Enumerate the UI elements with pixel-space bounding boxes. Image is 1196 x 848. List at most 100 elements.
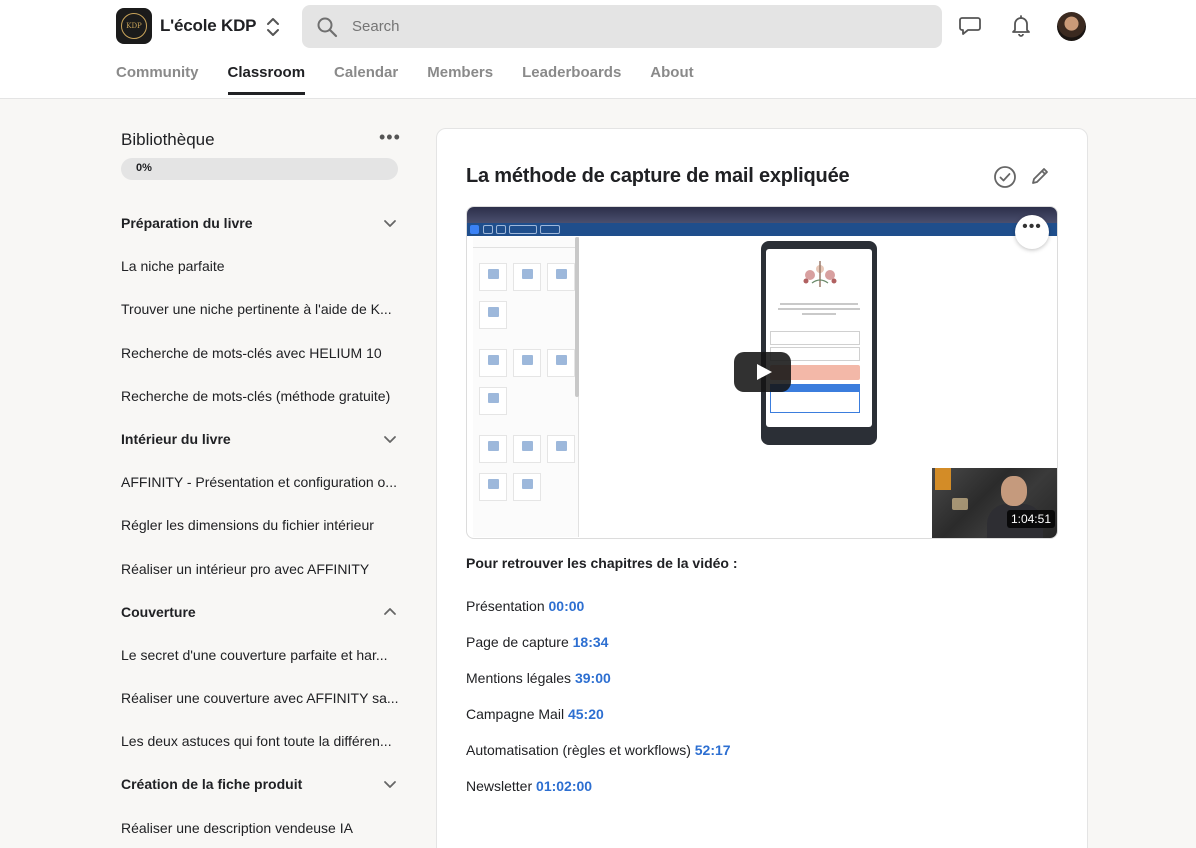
panel-tabs [473,237,579,248]
chapter-label: Newsletter [466,778,533,794]
presenter-face [1001,476,1027,506]
course-progress-bar: 0% [121,158,398,180]
tab-leaderboards[interactable]: Leaderboards [522,64,621,95]
video-frame-phone [761,241,877,445]
course-options-icon[interactable]: ••• [379,128,401,150]
lesson-item[interactable]: Régler les dimensions du fichier intérie… [121,502,399,545]
section-preparation[interactable]: Préparation du livre [121,200,399,243]
section-title: Intérieur du livre [121,430,231,447]
lesson-item[interactable]: Réaliser une description vendeuse IA [121,805,399,848]
chapter-label: Campagne Mail [466,706,565,722]
section-title: Création de la fiche produit [121,776,303,793]
chapter-timestamp-link[interactable]: 52:17 [695,742,731,758]
video-frame-topbar [467,207,1057,223]
phone-screen [766,249,872,427]
bell-icon[interactable] [1008,12,1034,38]
chapter-item: Page de capture 18:34 [466,634,1066,670]
lamp [952,498,968,510]
frame-button [540,225,560,234]
frame-app-logo [470,225,479,234]
phone-input-field [770,331,860,345]
chapter-item: Automatisation (règles et workflows) 52:… [466,742,1066,778]
lesson-item[interactable]: Trouver une niche pertinente à l'aide de… [121,286,399,329]
chevron-down-icon [384,220,396,227]
phone-selected-block [770,384,860,413]
frame-tool [547,349,575,377]
frame-tool [513,349,541,377]
chapter-item: Mentions légales 39:00 [466,670,1066,706]
frame-button [496,225,506,234]
section-title: Préparation du livre [121,215,253,231]
frame-button [509,225,537,234]
chapter-timestamp-link[interactable]: 01:02:00 [536,778,592,794]
chapter-item: Présentation 00:00 [466,598,1066,634]
section-interieur[interactable]: Intérieur du livre [121,416,399,459]
community-logo[interactable]: KDP [116,8,152,44]
play-button[interactable] [734,352,791,392]
chapter-timestamp-link[interactable]: 00:00 [549,598,585,614]
logo-text: KDP [126,22,142,30]
frame-button [483,225,493,234]
lesson-item[interactable]: La niche parfaite [121,243,399,286]
top-header: KDP L'école KDP Community Classroom Cale… [0,0,1196,99]
wall-art [935,468,951,490]
section-fiche-produit[interactable]: Création de la fiche produit [121,761,399,804]
chat-icon[interactable] [957,12,983,38]
video-player[interactable]: ••• 1:04:51 [466,206,1058,539]
chapter-timestamp-link[interactable]: 18:34 [573,634,609,650]
mark-complete-icon[interactable] [993,165,1017,189]
frame-tool [513,473,541,501]
frame-tool [479,473,507,501]
main-tabs: Community Classroom Calendar Members Lea… [116,64,694,95]
presenter-webcam: 1:04:51 [932,468,1057,538]
frame-tool [513,263,541,291]
flower-illustration-icon [803,261,837,287]
chapters-heading: Pour retrouver les chapitres de la vidéo… [466,555,738,571]
progress-label: 0% [136,162,152,174]
chapter-timestamp-link[interactable]: 39:00 [575,670,611,686]
tab-calendar[interactable]: Calendar [334,64,398,95]
frame-tool [479,435,507,463]
course-nav: Préparation du livre La niche parfaite T… [121,200,399,848]
lesson-description: Pour retrouver les chapitres de la vidéo… [466,555,1066,814]
section-couverture[interactable]: Couverture [121,589,399,632]
chevron-up-icon [384,607,396,615]
lesson-item[interactable]: Réaliser une couverture avec AFFINITY sa… [121,675,399,718]
chapter-item: Campagne Mail 45:20 [466,706,1066,742]
search-input[interactable] [352,5,932,48]
tab-community[interactable]: Community [116,64,199,95]
lesson-item[interactable]: Les deux astuces qui font toute la diffé… [121,718,399,761]
lesson-item[interactable]: AFFINITY - Présentation et configuration… [121,459,399,502]
switch-community-icon[interactable] [265,15,281,39]
lesson-item[interactable]: Le secret d'une couverture parfaite et h… [121,632,399,675]
chevron-down-icon [384,781,396,789]
frame-tool [547,435,575,463]
pencil-icon[interactable] [1029,165,1051,187]
chapter-item: Newsletter 01:02:00 [466,778,1066,814]
frame-tool [479,349,507,377]
community-name[interactable]: L'école KDP [160,16,257,36]
video-frame-editor-panel [473,237,579,537]
tab-about[interactable]: About [650,64,693,95]
chevron-down-icon [384,436,396,443]
frame-tool [479,263,507,291]
user-avatar[interactable] [1057,12,1086,41]
lesson-item[interactable]: Réaliser un intérieur pro avec AFFINITY [121,546,399,589]
logo-mark: KDP [121,13,147,39]
chapter-label: Présentation [466,598,545,614]
course-title: Bibliothèque [121,130,215,149]
frame-tool [547,263,575,291]
chapter-label: Automatisation (règles et workflows) [466,742,691,758]
search-bar[interactable] [302,5,942,48]
chapter-label: Page de capture [466,634,569,650]
frame-tool [479,387,507,415]
phone-text-lines [774,301,864,318]
video-more-options-icon[interactable]: ••• [1015,215,1049,249]
tab-members[interactable]: Members [427,64,493,95]
frame-tool [513,435,541,463]
search-icon [317,17,338,38]
tab-classroom[interactable]: Classroom [227,64,305,95]
lesson-item[interactable]: Recherche de mots-clés avec HELIUM 10 [121,330,399,373]
chapter-timestamp-link[interactable]: 45:20 [568,706,604,722]
lesson-item[interactable]: Recherche de mots-clés (méthode gratuite… [121,373,399,416]
